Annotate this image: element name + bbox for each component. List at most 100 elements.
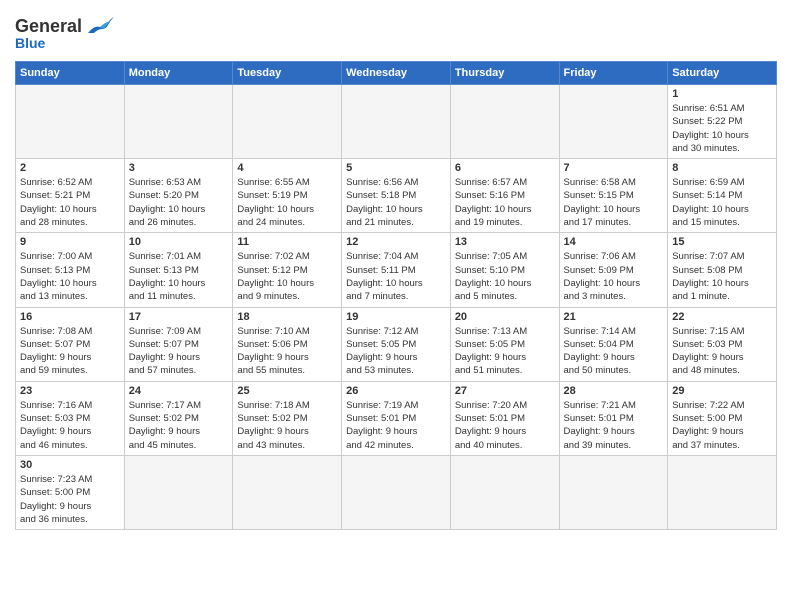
day-number: 20 (455, 311, 555, 323)
day-number: 27 (455, 385, 555, 397)
day-info: Sunrise: 7:05 AM Sunset: 5:10 PM Dayligh… (455, 250, 555, 303)
day-info: Sunrise: 7:17 AM Sunset: 5:02 PM Dayligh… (129, 399, 229, 452)
day-info: Sunrise: 7:15 AM Sunset: 5:03 PM Dayligh… (672, 325, 772, 378)
table-row (450, 455, 559, 529)
day-info: Sunrise: 7:01 AM Sunset: 5:13 PM Dayligh… (129, 250, 229, 303)
table-row: 9 Sunrise: 7:00 AM Sunset: 5:13 PM Daylig… (16, 233, 125, 307)
day-info: Sunrise: 7:00 AM Sunset: 5:13 PM Dayligh… (20, 250, 120, 303)
table-row: 29 Sunrise: 7:22 AM Sunset: 5:00 PM Dayli… (668, 381, 777, 455)
col-sunday: Sunday (16, 62, 125, 85)
day-number: 9 (20, 236, 120, 248)
table-row (342, 85, 451, 159)
day-number: 28 (564, 385, 664, 397)
day-info: Sunrise: 6:55 AM Sunset: 5:19 PM Dayligh… (237, 176, 337, 229)
day-number: 12 (346, 236, 446, 248)
table-row (233, 85, 342, 159)
day-info: Sunrise: 6:56 AM Sunset: 5:18 PM Dayligh… (346, 176, 446, 229)
day-info: Sunrise: 6:57 AM Sunset: 5:16 PM Dayligh… (455, 176, 555, 229)
logo-general-text: General (15, 16, 82, 37)
day-info: Sunrise: 7:12 AM Sunset: 5:05 PM Dayligh… (346, 325, 446, 378)
calendar-row-0: 1Sunrise: 6:51 AM Sunset: 5:22 PM Daylig… (16, 85, 777, 159)
table-row: 11Sunrise: 7:02 AM Sunset: 5:12 PM Dayli… (233, 233, 342, 307)
day-number: 10 (129, 236, 229, 248)
table-row: 18Sunrise: 7:10 AM Sunset: 5:06 PM Dayli… (233, 307, 342, 381)
table-row (124, 455, 233, 529)
day-number: 8 (672, 162, 772, 174)
table-row (668, 455, 777, 529)
day-info: Sunrise: 6:52 AM Sunset: 5:21 PM Dayligh… (20, 176, 120, 229)
day-number: 3 (129, 162, 229, 174)
col-saturday: Saturday (668, 62, 777, 85)
table-row: 23 Sunrise: 7:16 AM Sunset: 5:03 PM Dayli… (16, 381, 125, 455)
day-number: 2 (20, 162, 120, 174)
day-info: Sunrise: 7:22 AM Sunset: 5:00 PM Dayligh… (672, 399, 772, 452)
day-info: Sunrise: 6:59 AM Sunset: 5:14 PM Dayligh… (672, 176, 772, 229)
col-tuesday: Tuesday (233, 62, 342, 85)
calendar-row-4: 23 Sunrise: 7:16 AM Sunset: 5:03 PM Dayli… (16, 381, 777, 455)
table-row: 7 Sunrise: 6:58 AM Sunset: 5:15 PM Daylig… (559, 159, 668, 233)
day-number: 16 (20, 311, 120, 323)
table-row: 15Sunrise: 7:07 AM Sunset: 5:08 PM Dayli… (668, 233, 777, 307)
day-number: 21 (564, 311, 664, 323)
table-row: 28 Sunrise: 7:21 AM Sunset: 5:01 PM Dayli… (559, 381, 668, 455)
table-row (559, 455, 668, 529)
day-info: Sunrise: 7:18 AM Sunset: 5:02 PM Dayligh… (237, 399, 337, 452)
calendar-header-row: Sunday Monday Tuesday Wednesday Thursday… (16, 62, 777, 85)
day-number: 5 (346, 162, 446, 174)
table-row: 19 Sunrise: 7:12 AM Sunset: 5:05 PM Dayli… (342, 307, 451, 381)
day-number: 14 (564, 236, 664, 248)
day-info: Sunrise: 7:09 AM Sunset: 5:07 PM Dayligh… (129, 325, 229, 378)
day-number: 29 (672, 385, 772, 397)
table-row: 14Sunrise: 7:06 AM Sunset: 5:09 PM Dayli… (559, 233, 668, 307)
table-row: 30Sunrise: 7:23 AM Sunset: 5:00 PM Dayli… (16, 455, 125, 529)
day-number: 19 (346, 311, 446, 323)
day-info: Sunrise: 7:08 AM Sunset: 5:07 PM Dayligh… (20, 325, 120, 378)
day-number: 15 (672, 236, 772, 248)
table-row (450, 85, 559, 159)
table-row (124, 85, 233, 159)
logo-blue-text: Blue (15, 35, 45, 51)
day-info: Sunrise: 6:58 AM Sunset: 5:15 PM Dayligh… (564, 176, 664, 229)
table-row: 8 Sunrise: 6:59 AM Sunset: 5:14 PM Daylig… (668, 159, 777, 233)
day-info: Sunrise: 7:14 AM Sunset: 5:04 PM Dayligh… (564, 325, 664, 378)
table-row (16, 85, 125, 159)
table-row: 17 Sunrise: 7:09 AM Sunset: 5:07 PM Dayli… (124, 307, 233, 381)
day-number: 17 (129, 311, 229, 323)
day-info: Sunrise: 7:21 AM Sunset: 5:01 PM Dayligh… (564, 399, 664, 452)
calendar-table: Sunday Monday Tuesday Wednesday Thursday… (15, 61, 777, 530)
day-info: Sunrise: 7:16 AM Sunset: 5:03 PM Dayligh… (20, 399, 120, 452)
day-number: 23 (20, 385, 120, 397)
day-number: 13 (455, 236, 555, 248)
day-info: Sunrise: 7:02 AM Sunset: 5:12 PM Dayligh… (237, 250, 337, 303)
table-row (233, 455, 342, 529)
calendar-row-3: 16 Sunrise: 7:08 AM Sunset: 5:07 PM Dayli… (16, 307, 777, 381)
table-row: 3 Sunrise: 6:53 AM Sunset: 5:20 PM Daylig… (124, 159, 233, 233)
day-info: Sunrise: 7:04 AM Sunset: 5:11 PM Dayligh… (346, 250, 446, 303)
calendar-row-5: 30Sunrise: 7:23 AM Sunset: 5:00 PM Dayli… (16, 455, 777, 529)
header: General Blue (15, 15, 777, 51)
col-monday: Monday (124, 62, 233, 85)
table-row: 22 Sunrise: 7:15 AM Sunset: 5:03 PM Dayli… (668, 307, 777, 381)
table-row: 21 Sunrise: 7:14 AM Sunset: 5:04 PM Dayli… (559, 307, 668, 381)
logo: General Blue (15, 15, 114, 51)
table-row: 5 Sunrise: 6:56 AM Sunset: 5:18 PM Daylig… (342, 159, 451, 233)
day-number: 22 (672, 311, 772, 323)
day-info: Sunrise: 7:20 AM Sunset: 5:01 PM Dayligh… (455, 399, 555, 452)
day-number: 24 (129, 385, 229, 397)
table-row: 13 Sunrise: 7:05 AM Sunset: 5:10 PM Dayli… (450, 233, 559, 307)
table-row: 20 Sunrise: 7:13 AM Sunset: 5:05 PM Dayli… (450, 307, 559, 381)
table-row (342, 455, 451, 529)
day-number: 7 (564, 162, 664, 174)
day-info: Sunrise: 7:19 AM Sunset: 5:01 PM Dayligh… (346, 399, 446, 452)
table-row: 26Sunrise: 7:19 AM Sunset: 5:01 PM Dayli… (342, 381, 451, 455)
day-info: Sunrise: 7:13 AM Sunset: 5:05 PM Dayligh… (455, 325, 555, 378)
calendar-row-2: 9 Sunrise: 7:00 AM Sunset: 5:13 PM Daylig… (16, 233, 777, 307)
day-number: 18 (237, 311, 337, 323)
table-row: 12 Sunrise: 7:04 AM Sunset: 5:11 PM Dayli… (342, 233, 451, 307)
day-info: Sunrise: 7:23 AM Sunset: 5:00 PM Dayligh… (20, 473, 120, 526)
day-info: Sunrise: 6:53 AM Sunset: 5:20 PM Dayligh… (129, 176, 229, 229)
table-row: 16 Sunrise: 7:08 AM Sunset: 5:07 PM Dayli… (16, 307, 125, 381)
table-row: 10 Sunrise: 7:01 AM Sunset: 5:13 PM Dayli… (124, 233, 233, 307)
table-row: 2 Sunrise: 6:52 AM Sunset: 5:21 PM Daylig… (16, 159, 125, 233)
day-info: Sunrise: 6:51 AM Sunset: 5:22 PM Dayligh… (672, 102, 772, 155)
